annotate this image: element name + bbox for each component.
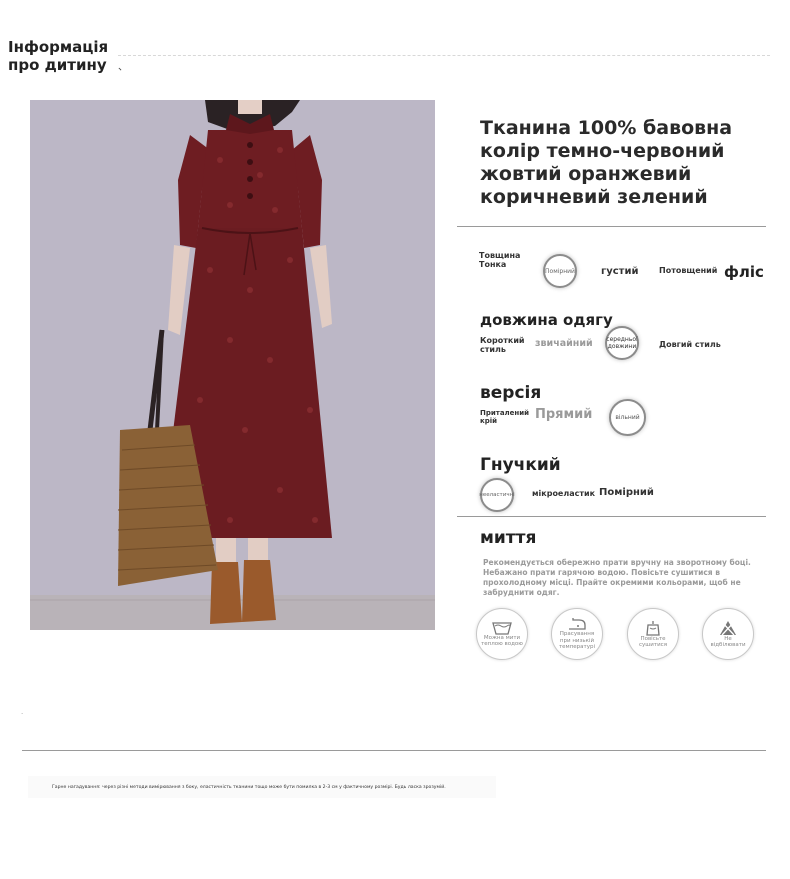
thickness-selected-label: Помірний bbox=[545, 267, 575, 275]
footnote-text: Гарне нагадування: через різні методи ви… bbox=[52, 784, 446, 790]
washing-title: миття bbox=[480, 528, 537, 548]
thickness-label-top: Товщина bbox=[479, 251, 521, 260]
care-iron-low: Прасування при низькій температурі bbox=[551, 608, 603, 660]
dress-photo bbox=[30, 100, 435, 630]
care-wash-warm-label: Можна мити теплою водою bbox=[481, 634, 523, 648]
version-option-straight[interactable]: Прямий bbox=[535, 407, 592, 422]
washing-instructions: Рекомендується обережно прати вручну на … bbox=[483, 558, 751, 597]
iron-icon bbox=[569, 618, 586, 630]
header-tick-mark: 、 bbox=[118, 62, 128, 73]
length-option-short[interactable]: Короткий стиль bbox=[480, 336, 525, 354]
fabric-line-4: коричневий зелений bbox=[480, 186, 708, 208]
version-option-fitted[interactable]: Приталений крій bbox=[480, 409, 529, 425]
footnote: Гарне нагадування: через різні методи ви… bbox=[28, 776, 496, 798]
length-selected-line1: середньої bbox=[606, 336, 638, 343]
elastic-divider bbox=[457, 516, 766, 517]
version-title: версія bbox=[480, 383, 542, 403]
version-selected-circle[interactable]: вільний bbox=[609, 399, 646, 436]
version-option-fitted-line1: Приталений bbox=[480, 409, 530, 417]
thickness-label-bottom: Тонка bbox=[479, 260, 507, 269]
wash-basin-icon bbox=[492, 621, 512, 635]
care-no-bleach: Не відбілювати bbox=[702, 608, 754, 660]
page-title-line-2: про дитину bbox=[8, 56, 107, 74]
care-hang-dry: Повісьте сушитися bbox=[627, 608, 679, 660]
elastic-selected-circle[interactable]: нееластичні bbox=[479, 478, 515, 512]
version-selected-label: вільний bbox=[615, 414, 640, 421]
no-bleach-icon bbox=[720, 620, 736, 635]
length-title: довжина одягу bbox=[480, 311, 613, 329]
thickness-option-fleece[interactable]: фліс bbox=[724, 263, 764, 281]
elastic-selected-label: нееластичні bbox=[479, 491, 515, 498]
fabric-description: Тканина 100% бавовна колір темно-червони… bbox=[480, 117, 770, 209]
hang-dry-icon bbox=[646, 620, 660, 636]
stray-mark: . bbox=[21, 708, 24, 716]
fabric-divider bbox=[457, 226, 766, 227]
elastic-title: Гнучкий bbox=[480, 455, 561, 475]
length-option-normal[interactable]: звичайний bbox=[535, 338, 593, 349]
thickness-label: Товщина Тонка bbox=[479, 251, 520, 269]
thickness-option-dense[interactable]: густий bbox=[601, 266, 638, 277]
length-selected-line2: довжини bbox=[607, 343, 637, 350]
header-divider bbox=[118, 55, 770, 56]
length-selected-circle[interactable]: середньої довжини bbox=[605, 326, 639, 360]
care-iron-low-label: Прасування при низькій температурі bbox=[558, 631, 596, 651]
care-hang-dry-label: Повісьте сушитися bbox=[639, 635, 667, 649]
version-option-fitted-line2: крій bbox=[480, 417, 498, 425]
page-title: Інформація про дитину bbox=[8, 38, 108, 74]
bottom-divider bbox=[22, 750, 766, 751]
fabric-line-1: Тканина 100% бавовна bbox=[480, 117, 733, 139]
length-option-short-line2: стиль bbox=[480, 345, 506, 354]
page-title-line-1: Інформація bbox=[8, 38, 109, 56]
fabric-line-2: колір темно-червоний bbox=[480, 140, 725, 162]
thickness-selected-circle[interactable]: Помірний bbox=[543, 254, 577, 288]
care-no-bleach-label: Не відбілювати bbox=[710, 635, 746, 649]
elastic-option-moderate[interactable]: Помірний bbox=[599, 487, 654, 498]
thickness-option-thick[interactable]: Потовщений bbox=[659, 266, 717, 275]
length-option-short-line1: Короткий bbox=[480, 336, 525, 345]
care-wash-warm: Можна мити теплою водою bbox=[476, 608, 528, 660]
dress-illustration bbox=[30, 100, 435, 630]
length-selected-label: середньої довжини bbox=[606, 336, 637, 350]
fabric-line-3: жовтий оранжевий bbox=[480, 163, 692, 185]
length-option-long[interactable]: Довгий стиль bbox=[659, 340, 721, 349]
elastic-option-micro[interactable]: мікроеластик bbox=[532, 489, 595, 498]
